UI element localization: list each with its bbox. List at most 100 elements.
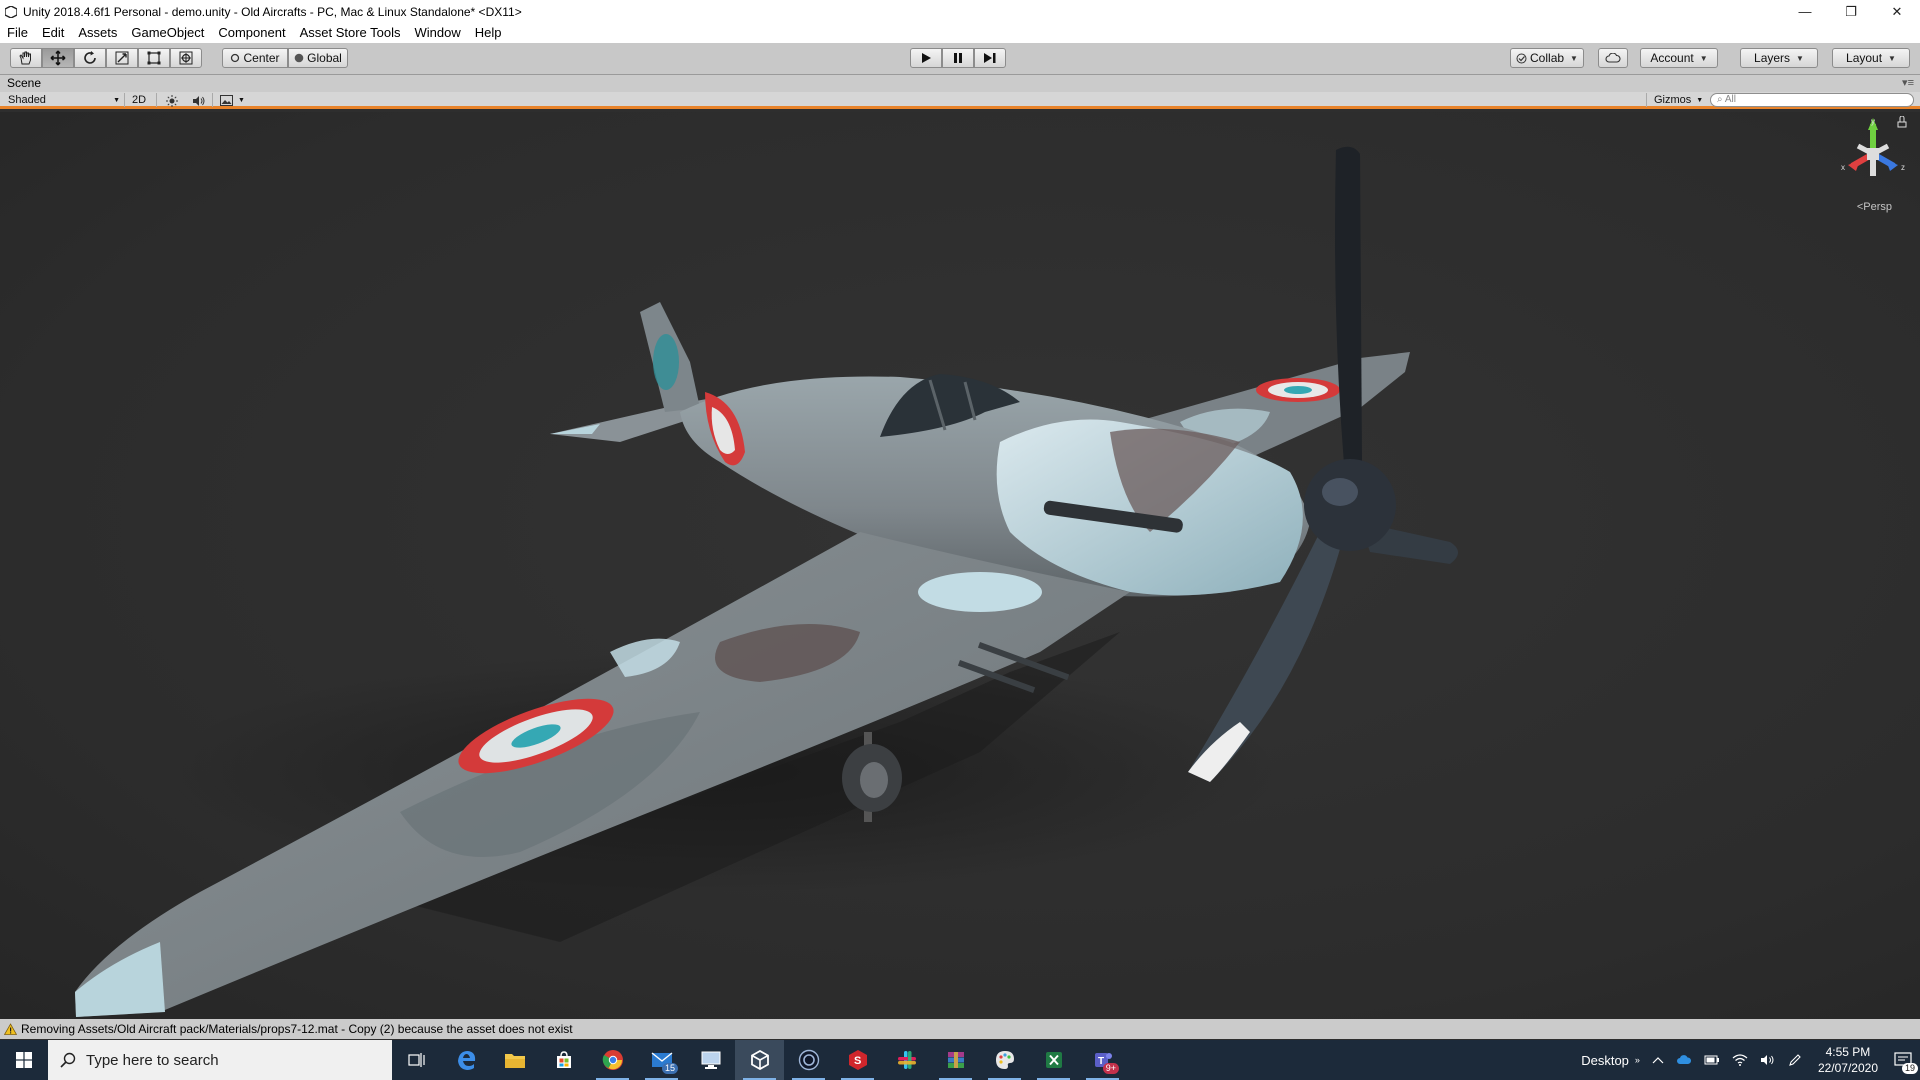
taskbar-cinema4d[interactable] — [784, 1040, 833, 1080]
status-message: Removing Assets/Old Aircraft pack/Materi… — [21, 1022, 573, 1036]
chevron-down-icon: ▼ — [1699, 53, 1708, 63]
window-title: Unity 2018.4.6f1 Personal - demo.unity -… — [23, 4, 522, 19]
unity-icon — [750, 1050, 769, 1070]
speaker-icon — [1760, 1055, 1774, 1065]
menu-component[interactable]: Component — [211, 23, 292, 43]
account-dropdown[interactable]: Account ▼ — [1640, 48, 1718, 68]
move-tool-button[interactable] — [42, 48, 74, 68]
taskbar-file-explorer[interactable] — [490, 1040, 539, 1080]
unity-logo-icon — [3, 4, 19, 20]
pivot-center-button[interactable]: Center — [222, 48, 288, 68]
layout-dropdown[interactable]: Layout ▼ — [1832, 48, 1910, 68]
menu-assets[interactable]: Assets — [71, 23, 124, 43]
gizmo-center[interactable] — [1867, 148, 1879, 160]
fin-roundel — [653, 334, 679, 390]
rotate-tool-button[interactable] — [74, 48, 106, 68]
move-icon — [50, 50, 66, 66]
task-view-button[interactable] — [392, 1040, 441, 1080]
system-tray: Desktop » 4:55 PM 22/07/2020 19 — [1575, 1040, 1920, 1080]
propeller-spinner — [1304, 459, 1396, 551]
menu-gameobject[interactable]: GameObject — [124, 23, 211, 43]
shading-mode-dropdown[interactable]: Shaded ▼ — [8, 93, 120, 108]
hand-tool-button[interactable] — [10, 48, 42, 68]
globe-icon — [294, 53, 304, 63]
scene-viewport[interactable]: y x z <Persp — [0, 112, 1920, 1019]
task-view-icon — [407, 1053, 425, 1067]
desktop-toolbar[interactable]: Desktop » — [1581, 1053, 1640, 1068]
edge-icon — [457, 1051, 475, 1070]
menu-file[interactable]: File — [0, 23, 35, 43]
effects-dropdown[interactable]: ▼ — [220, 93, 245, 108]
status-bar[interactable]: Removing Assets/Old Aircraft pack/Materi… — [0, 1019, 1920, 1039]
action-center-button[interactable]: 19 — [1894, 1052, 1918, 1074]
taskbar-teams[interactable]: T 9+ — [1078, 1040, 1127, 1080]
layers-label: Layers — [1754, 51, 1791, 65]
play-icon — [922, 53, 931, 63]
pen-tray[interactable] — [1788, 1053, 1802, 1067]
minimize-button[interactable]: — — [1782, 0, 1828, 23]
step-button[interactable] — [974, 48, 1006, 68]
wifi-tray[interactable] — [1732, 1054, 1748, 1066]
cloud-icon — [1605, 53, 1621, 63]
pivot-controls: Center Global — [222, 48, 348, 68]
mode-2d-toggle[interactable]: 2D — [132, 93, 146, 108]
collab-label: Collab — [1530, 51, 1565, 65]
taskbar-chrome[interactable] — [588, 1040, 637, 1080]
tab-menu-icon[interactable]: ▾≡ — [1902, 75, 1914, 92]
restore-button[interactable]: ❐ — [1828, 0, 1874, 23]
taskbar-remote-desktop[interactable] — [686, 1040, 735, 1080]
menu-asset-store-tools[interactable]: Asset Store Tools — [293, 23, 408, 43]
gizmos-dropdown[interactable]: Gizmos ▼ — [1654, 93, 1703, 108]
onedrive-tray[interactable] — [1676, 1055, 1692, 1065]
menu-window[interactable]: Window — [408, 23, 468, 43]
taskbar-unity[interactable] — [735, 1040, 784, 1080]
scene-search-input[interactable]: ⌕ All — [1710, 93, 1914, 107]
excel-icon — [1045, 1052, 1062, 1068]
notification-count: 19 — [1901, 1063, 1918, 1074]
layers-dropdown[interactable]: Layers ▼ — [1740, 48, 1818, 68]
clock[interactable]: 4:55 PM 22/07/2020 — [1818, 1044, 1878, 1076]
menu-help[interactable]: Help — [468, 23, 509, 43]
menu-edit[interactable]: Edit — [35, 23, 71, 43]
battery-icon — [1704, 1055, 1719, 1065]
start-button[interactable] — [0, 1040, 48, 1080]
taskbar-search-input[interactable]: Type here to search — [48, 1040, 392, 1080]
propeller-spinner-highlight — [1322, 478, 1358, 506]
collab-dropdown[interactable]: Collab ▼ — [1510, 48, 1584, 68]
title-bar: Unity 2018.4.6f1 Personal - demo.unity -… — [0, 0, 1920, 23]
play-button[interactable] — [910, 48, 942, 68]
pen-icon — [1789, 1054, 1801, 1066]
lock-icon[interactable] — [1897, 116, 1907, 128]
cloud-button[interactable] — [1598, 48, 1628, 68]
slack-icon — [897, 1051, 916, 1069]
battery-tray[interactable] — [1704, 1054, 1720, 1066]
step-icon — [984, 53, 996, 63]
audio-toggle[interactable] — [192, 93, 205, 108]
transform-tool-button[interactable] — [170, 48, 202, 68]
layout-label: Layout — [1846, 51, 1883, 65]
taskbar-excel[interactable] — [1029, 1040, 1078, 1080]
taskbar-winrar[interactable] — [931, 1040, 980, 1080]
folder-icon — [504, 1054, 525, 1068]
projection-toggle[interactable]: <Persp — [1857, 201, 1892, 213]
pause-button[interactable] — [942, 48, 974, 68]
taskbar-slack[interactable] — [882, 1040, 931, 1080]
volume-tray[interactable] — [1760, 1054, 1776, 1066]
space-global-button[interactable]: Global — [288, 48, 348, 68]
orientation-gizmo[interactable]: y x z — [1838, 116, 1908, 194]
playback-controls — [910, 48, 1006, 68]
store-icon — [556, 1051, 571, 1068]
scale-tool-button[interactable] — [106, 48, 138, 68]
taskbar-substance[interactable]: S — [833, 1040, 882, 1080]
close-button[interactable]: ✕ — [1874, 0, 1920, 23]
taskbar-edge[interactable] — [441, 1040, 490, 1080]
chevron-down-icon: ▼ — [1570, 53, 1578, 63]
lighting-toggle[interactable] — [166, 93, 178, 108]
rect-tool-button[interactable] — [138, 48, 170, 68]
axis-y-label: y — [1871, 117, 1875, 126]
taskbar-paint[interactable] — [980, 1040, 1029, 1080]
scene-tab[interactable]: Scene ▾≡ — [0, 75, 1920, 92]
taskbar-store[interactable] — [539, 1040, 588, 1080]
show-hidden-icons-button[interactable] — [1652, 1056, 1664, 1064]
taskbar-mail[interactable]: 15 — [637, 1040, 686, 1080]
